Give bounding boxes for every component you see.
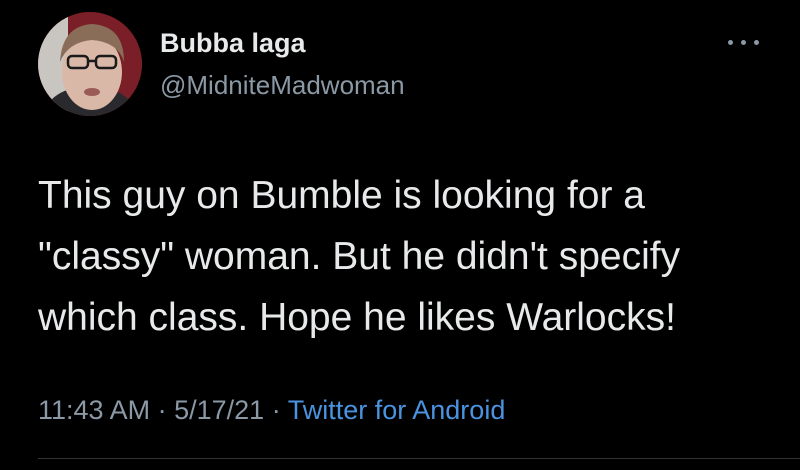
display-name[interactable]: Bubba laga [160,28,306,59]
profile-photo-icon [38,12,142,116]
meta-separator: · [157,395,167,425]
tweet-text-line: which class. Hope he likes Warlocks! [38,296,676,339]
more-options-icon[interactable] [726,32,764,52]
tweet-card: Bubba laga @MidniteMadwoman This guy on … [0,0,800,470]
user-handle[interactable]: @MidniteMadwoman [160,70,405,101]
tweet-date[interactable]: 5/17/21 [174,395,264,425]
tweet-meta: 11:43 AM · 5/17/21 · Twitter for Android [38,395,505,426]
tweet-time[interactable]: 11:43 AM [38,395,150,425]
tweet-text-line: This guy on Bumble is looking for a [38,174,645,217]
tweet-source-link[interactable]: Twitter for Android [288,395,506,425]
divider [38,458,800,459]
tweet-text-line: "classy" woman. But he didn't specify [38,235,681,278]
meta-separator: · [271,395,281,425]
tweet-text: This guy on Bumble is looking for a "cla… [38,165,778,348]
avatar[interactable] [38,12,142,116]
